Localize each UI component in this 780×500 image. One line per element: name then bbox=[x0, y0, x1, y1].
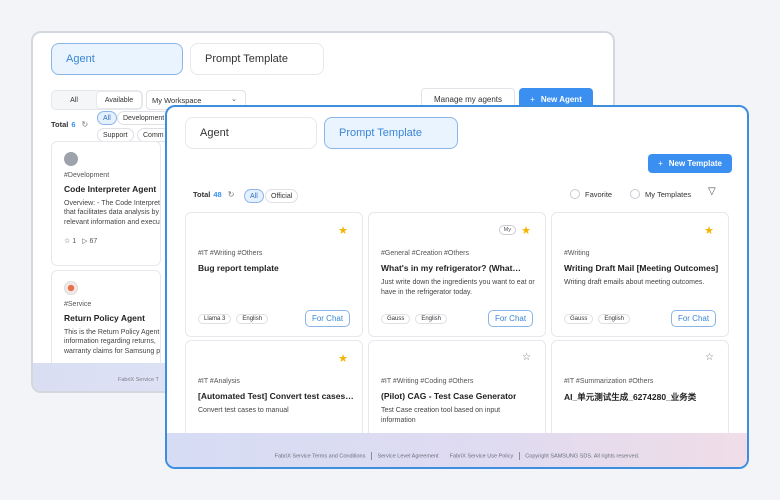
new-template-button[interactable]: + New Template bbox=[648, 154, 732, 173]
star-count: 1 bbox=[72, 238, 77, 246]
tab-prompt-template[interactable]: Prompt Template bbox=[324, 117, 458, 149]
favorite-label: Favorite bbox=[585, 189, 613, 199]
footer-copyright: Copyright SAMSUNG SDS. All rights reserv… bbox=[525, 453, 640, 460]
template-tags: #General #Creation #Others bbox=[381, 250, 469, 257]
star-filled-icon[interactable]: ★ bbox=[338, 352, 348, 365]
chevron-down-icon: ⌄ bbox=[231, 96, 237, 103]
play-icon: ▷ bbox=[82, 238, 88, 246]
footer-link-sla[interactable]: Service Level Agreement bbox=[377, 453, 438, 459]
footer: FabriX Service Terms and Conditions Serv… bbox=[167, 452, 747, 460]
footer-divider bbox=[370, 452, 372, 460]
template-tags: #IT #Writing #Others bbox=[198, 250, 263, 257]
run-count: 67 bbox=[89, 238, 98, 246]
tab-prompt-template[interactable]: Prompt Template bbox=[190, 43, 324, 75]
for-chat-button[interactable]: For Chat bbox=[671, 310, 716, 327]
agent-avatar bbox=[64, 281, 78, 295]
model-pill: Gauss bbox=[381, 314, 411, 324]
model-pill: Llama 3 bbox=[198, 314, 232, 324]
language-pill: English bbox=[236, 314, 269, 324]
availability-segment: All Available bbox=[51, 90, 143, 110]
footer-link-use-policy[interactable]: FabriX Service Use Policy bbox=[450, 453, 514, 459]
agent-description-line: This is the Return Policy Agent, bbox=[64, 329, 161, 336]
favorite-checkbox[interactable]: Favorite bbox=[570, 189, 612, 199]
prompt-template-window: Agent Prompt Template + New Template Tot… bbox=[165, 105, 749, 469]
footer-link-terms[interactable]: FabriX Service Terms and Conditions bbox=[275, 453, 366, 459]
footer-divider bbox=[518, 452, 520, 460]
checkbox-circle bbox=[570, 189, 580, 199]
agent-description-line: Overview: - The Code Interpret bbox=[64, 200, 160, 207]
for-chat-button[interactable]: For Chat bbox=[305, 310, 350, 327]
footer-link[interactable]: FabriX Service T bbox=[118, 377, 159, 383]
star-filled-icon[interactable]: ★ bbox=[521, 224, 531, 237]
chip-all[interactable]: All bbox=[244, 189, 264, 203]
total-label: Total bbox=[193, 190, 211, 199]
my-badge: My bbox=[498, 225, 516, 235]
template-tags: #IT #Summarization #Others bbox=[564, 378, 654, 385]
category-chip-support[interactable]: Support bbox=[97, 128, 134, 142]
filter-icon[interactable]: ▽ bbox=[708, 186, 716, 197]
category-chip-development[interactable]: Development bbox=[117, 111, 171, 125]
template-tags: #IT #Analysis bbox=[198, 378, 240, 385]
agent-description-line: warranty claims for Samsung p bbox=[64, 347, 161, 355]
star-outline-icon[interactable]: ☆ bbox=[705, 352, 714, 363]
language-pill: English bbox=[598, 314, 631, 324]
footer-background bbox=[167, 433, 747, 467]
new-agent-label: New Agent bbox=[540, 94, 582, 104]
template-description: Writing draft emails about meeting outco… bbox=[564, 279, 705, 286]
template-card[interactable]: ★ #IT #Writing #Others Bug report templa… bbox=[185, 212, 363, 337]
agent-stats: ☆ 1 ▷ 67 bbox=[64, 237, 148, 245]
star-outline-icon: ☆ bbox=[64, 238, 71, 246]
refresh-icon[interactable]: ↻ bbox=[82, 120, 89, 129]
agent-avatar bbox=[64, 152, 78, 166]
tab-agent[interactable]: Agent bbox=[51, 43, 183, 75]
agent-title: Return Policy Agent bbox=[64, 313, 145, 323]
agent-card[interactable]: #Development Code Interpreter Agent Over… bbox=[51, 141, 161, 266]
tab-agent[interactable]: Agent bbox=[185, 117, 317, 149]
agent-total: Total 6 ↻ bbox=[51, 120, 88, 129]
category-chip-all[interactable]: All bbox=[97, 111, 117, 125]
template-description: Just write down the ingredients you want… bbox=[381, 279, 535, 296]
language-pill: English bbox=[415, 314, 448, 324]
template-card[interactable]: ★ #Writing Writing Draft Mail [Meeting O… bbox=[551, 212, 729, 337]
new-template-label: New Template bbox=[668, 159, 722, 168]
total-label: Total bbox=[51, 120, 69, 129]
agent-description-line: relevant information and execu bbox=[64, 218, 160, 226]
model-pill: Gauss bbox=[564, 314, 594, 324]
star-outline-icon[interactable]: ☆ bbox=[522, 352, 531, 363]
my-templates-label: My Templates bbox=[645, 189, 692, 199]
agent-category: #Development bbox=[64, 172, 110, 179]
template-total: Total 48 ↻ bbox=[193, 190, 234, 199]
template-description: Test Case creation tool based on input i… bbox=[381, 407, 501, 424]
template-title: What's in my refrigerator? (What… bbox=[381, 263, 521, 273]
total-count: 6 bbox=[71, 120, 76, 129]
template-title: [Automated Test] Convert test cases… bbox=[198, 391, 354, 401]
total-count: 48 bbox=[213, 190, 222, 199]
template-tags: #Writing bbox=[564, 250, 590, 257]
template-title: (Pilot) CAG - Test Case Generator bbox=[381, 391, 517, 401]
template-tags: #IT #Writing #Coding #Others bbox=[381, 378, 474, 385]
for-chat-button[interactable]: For Chat bbox=[488, 310, 533, 327]
template-title: Writing Draft Mail [Meeting Outcomes] bbox=[564, 263, 719, 273]
chip-official[interactable]: Official bbox=[265, 189, 299, 203]
template-title: Bug report template bbox=[198, 263, 279, 273]
agent-title: Code Interpreter Agent bbox=[64, 184, 157, 194]
plus-icon: + bbox=[658, 159, 663, 168]
star-filled-icon[interactable]: ★ bbox=[704, 224, 714, 237]
template-card[interactable]: My ★ #General #Creation #Others What's i… bbox=[368, 212, 546, 337]
workspace-select-value: My Workspace bbox=[152, 95, 202, 105]
plus-icon: + bbox=[530, 94, 535, 104]
agent-description-line: information regarding returns, bbox=[64, 338, 156, 346]
segment-available[interactable]: Available bbox=[96, 91, 142, 109]
template-title: AI_单元测试生成_6274280_业务类 bbox=[564, 392, 697, 402]
agent-category: #Service bbox=[64, 301, 92, 308]
segment-all[interactable]: All bbox=[52, 91, 96, 109]
refresh-icon[interactable]: ↻ bbox=[228, 190, 235, 199]
my-templates-checkbox[interactable]: My Templates bbox=[630, 189, 691, 199]
agent-description-line: that facilitates data analysis by bbox=[64, 209, 159, 217]
template-description: Convert test cases to manual bbox=[198, 407, 289, 414]
star-filled-icon[interactable]: ★ bbox=[338, 224, 348, 237]
checkbox-circle bbox=[630, 189, 640, 199]
